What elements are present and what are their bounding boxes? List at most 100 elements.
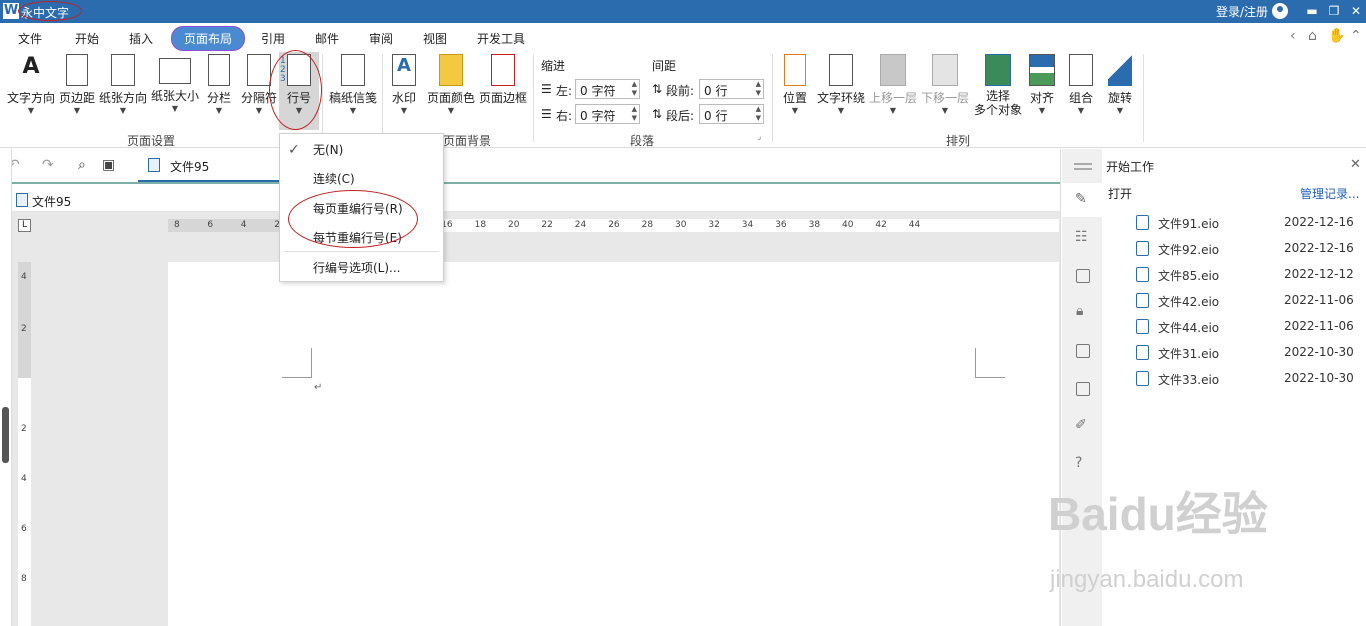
close-button[interactable]: ✕	[1348, 3, 1364, 19]
page-border-label: 页面边框	[478, 91, 527, 105]
dialog-launcher-icon[interactable]: ⌟	[757, 132, 761, 142]
document-icon	[1136, 371, 1149, 386]
rotate-button[interactable]: 旋转 ▼	[1105, 52, 1135, 116]
document-icon	[1136, 293, 1149, 308]
document-icon	[1136, 319, 1149, 334]
watermark-button[interactable]: A 水印 ▼	[389, 52, 419, 116]
recent-file-row[interactable]: 文件91.eio 2022-12-16	[1136, 213, 1356, 233]
scroll-handle[interactable]	[2, 407, 9, 463]
lock-icon[interactable]: 🔒︎	[1076, 303, 1083, 319]
file-date: 2022-12-16	[1284, 215, 1354, 229]
spacing-before-icon: ⇅	[652, 82, 663, 96]
rotate-icon	[1108, 54, 1132, 86]
send-backward-button[interactable]: 下移一层 ▼	[920, 52, 970, 116]
document-icon	[1136, 267, 1149, 282]
ruler-tick-label: 44	[908, 220, 921, 230]
recent-file-row[interactable]: 文件33.eio 2022-10-30	[1136, 369, 1356, 389]
send-backward-icon	[932, 54, 958, 86]
bring-forward-icon	[880, 54, 906, 86]
restore-button[interactable]: ❐	[1326, 3, 1342, 19]
document-tab-name: 文件95	[170, 160, 210, 174]
menu-view[interactable]: 视图	[423, 30, 447, 47]
ruler-tick-label: 8	[21, 574, 27, 584]
menu-divider	[284, 251, 439, 252]
user-icon[interactable]	[1272, 3, 1288, 19]
minimize-button[interactable]: ▬	[1304, 3, 1320, 19]
title-bar: W 永中文字 登录/注册 ▬ ❐ ✕	[0, 0, 1366, 23]
document-tab[interactable]: 文件95	[138, 149, 280, 182]
pane-menu-icon[interactable]	[1074, 163, 1092, 165]
help-icon[interactable]: ?	[1075, 455, 1082, 471]
login-link[interactable]: 登录/注册	[1216, 3, 1268, 20]
menu-item-continuous[interactable]: 连续(C)	[313, 170, 355, 187]
indent-left-value: 0 字符	[580, 84, 616, 98]
spacing-after-input[interactable]: 0 行 ▲ ▼	[699, 104, 764, 124]
menu-developer[interactable]: 开发工具	[477, 30, 525, 47]
ruler-tick-label: 22	[541, 220, 553, 230]
menu-insert[interactable]: 插入	[129, 30, 153, 47]
menu-file[interactable]: 文件	[18, 30, 42, 47]
margins-button[interactable]: 页边距 ▼	[57, 52, 97, 116]
print-preview-icon[interactable]: ⌕	[78, 157, 86, 173]
recent-file-row[interactable]: 文件42.eio 2022-11-06	[1136, 291, 1356, 311]
menu-references[interactable]: 引用	[261, 30, 285, 47]
margin-corner-mark	[282, 348, 312, 378]
collapse-ribbon-icon[interactable]: ⌃	[1350, 28, 1362, 44]
manage-records-link[interactable]: 管理记录...	[1300, 185, 1359, 202]
menu-review[interactable]: 审阅	[369, 30, 393, 47]
orientation-button[interactable]: 纸张方向 ▼	[98, 52, 148, 116]
save-icon[interactable]: ▣	[102, 157, 115, 173]
menu-page-layout[interactable]: 页面布局	[171, 26, 246, 51]
menu-home[interactable]: 开始	[75, 30, 99, 47]
back-icon[interactable]: ‹	[1290, 28, 1296, 44]
columns-icon	[208, 54, 230, 86]
home-icon[interactable]: ⌂	[1308, 28, 1317, 44]
document-page[interactable]: ↵	[168, 262, 1059, 626]
vertical-ruler[interactable]: 4 2 2 4 6 8	[18, 262, 31, 626]
page-color-label: 页面颜色	[426, 91, 475, 105]
menu-item-none[interactable]: 无(N)	[313, 141, 343, 158]
page-color-button[interactable]: 页面颜色 ▼	[426, 52, 476, 116]
recent-file-row[interactable]: 文件92.eio 2022-12-16	[1136, 239, 1356, 259]
bring-forward-button[interactable]: 上移一层 ▼	[868, 52, 918, 116]
recent-file-row[interactable]: 文件31.eio 2022-10-30	[1136, 343, 1356, 363]
spacing-before-input[interactable]: 0 行 ▲ ▼	[699, 79, 764, 99]
page-size-icon	[159, 58, 191, 84]
file-date: 2022-10-30	[1284, 371, 1354, 385]
hand-icon[interactable]: ✋	[1328, 28, 1345, 44]
app-logo-icon: W	[3, 3, 19, 19]
redo-icon[interactable]: ↷	[42, 157, 54, 173]
tab-stop-selector[interactable]: L	[18, 219, 31, 232]
menu-item-line-number-options[interactable]: 行编号选项(L)...	[313, 259, 401, 276]
page-size-button[interactable]: 纸张大小 ▼	[150, 52, 200, 114]
ribbon-separator	[1143, 54, 1144, 142]
text-wrap-button[interactable]: 文字环绕 ▼	[815, 52, 867, 116]
layers-icon[interactable]	[1076, 269, 1090, 283]
position-button[interactable]: 位置 ▼	[780, 52, 810, 116]
ruler-tick-label: 40	[842, 220, 854, 230]
recent-file-row[interactable]: 文件44.eio 2022-11-06	[1136, 317, 1356, 337]
group-label: 组合	[1068, 91, 1093, 105]
pencil-icon[interactable]: ✎	[1075, 191, 1087, 207]
document-path-name: 文件95	[32, 195, 72, 209]
edit-icon[interactable]: ✐	[1075, 417, 1087, 433]
indent-right-input[interactable]: 0 字符 ▲ ▼	[575, 104, 640, 124]
file-date: 2022-11-06	[1284, 293, 1354, 307]
settings-sliders-icon[interactable]: ☷	[1075, 229, 1088, 245]
text-direction-button[interactable]: A 文字方向 ▼	[6, 52, 56, 116]
page-border-button[interactable]: 页面边框	[478, 52, 528, 106]
menu-mailings[interactable]: 邮件	[315, 30, 339, 47]
copy-icon[interactable]	[1076, 382, 1090, 396]
align-button[interactable]: 对齐 ▼	[1028, 52, 1056, 116]
manuscript-button[interactable]: 稿纸信笺 ▼	[327, 52, 379, 116]
recent-file-row[interactable]: 文件85.eio 2022-12-12	[1136, 265, 1356, 285]
send-backward-label: 下移一层	[920, 91, 969, 105]
ruler-tick-label: 20	[508, 220, 520, 230]
clipboard-icon[interactable]	[1076, 344, 1090, 358]
columns-button[interactable]: 分栏 ▼	[205, 52, 233, 116]
select-objects-button[interactable]: 选择 多个对象	[972, 52, 1024, 117]
task-pane-close-icon[interactable]: ✕	[1350, 157, 1361, 172]
columns-label: 分栏	[206, 91, 231, 105]
group-button[interactable]: 组合 ▼	[1066, 52, 1096, 116]
indent-left-input[interactable]: 0 字符 ▲ ▼	[575, 79, 640, 99]
